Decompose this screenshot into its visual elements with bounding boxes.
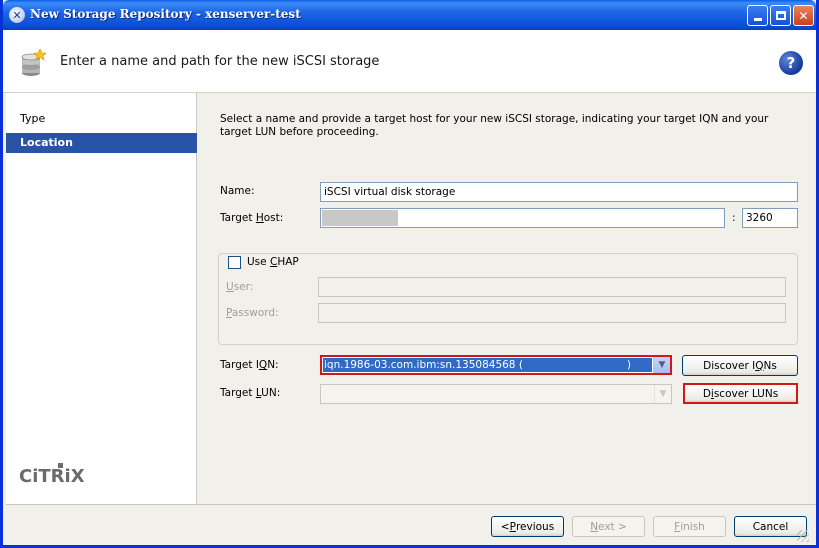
- target-iqn-value-pre: iqn.1986-03.com.ibm:sn.135084568 (: [324, 359, 523, 371]
- discover-luns-pre: D: [702, 387, 711, 400]
- use-chap-label-post: HAP: [277, 256, 299, 268]
- user-label: User:: [226, 281, 253, 293]
- password-label: Password:: [226, 307, 279, 319]
- chevron-down-icon[interactable]: ▼: [653, 357, 670, 373]
- port-input[interactable]: 3260: [742, 208, 798, 228]
- target-iqn-label: Target IQN:: [220, 359, 279, 371]
- finish-post: inish: [680, 520, 705, 533]
- xen-app-icon: ✕: [9, 7, 25, 23]
- citrix-logo: CiTRiX: [19, 463, 85, 487]
- target-host-label-post: ost:: [263, 212, 284, 224]
- discover-iqns-post: Ns: [763, 359, 777, 372]
- sidebar-item-location[interactable]: Location: [6, 133, 197, 153]
- maximize-button[interactable]: [770, 5, 791, 26]
- target-iqn-label-post: N:: [267, 359, 279, 371]
- discover-iqns-accel: Q: [755, 359, 764, 372]
- maximize-icon: [775, 11, 786, 20]
- discover-iqns-pre: Discover I: [703, 359, 756, 372]
- close-button[interactable]: ✕: [793, 5, 814, 26]
- page-title: Enter a name and path for the new iSCSI …: [60, 54, 380, 69]
- wizard-footer: < Previous Next > Finish Cancel: [6, 504, 816, 545]
- citrix-logo-text: CiTRiX: [19, 466, 85, 487]
- target-lun-label-post: UN:: [261, 387, 281, 399]
- target-lun-label-pre: Target: [220, 387, 256, 399]
- use-chap-label-pre: Use: [247, 256, 270, 268]
- citrix-logo-dot: [58, 463, 63, 468]
- use-chap-label[interactable]: Use CHAP: [247, 256, 299, 268]
- close-icon: ✕: [798, 8, 809, 23]
- name-input[interactable]: iSCSI virtual disk storage: [320, 182, 798, 202]
- instructions-text: Select a name and provide a target host …: [220, 113, 769, 138]
- target-iqn-label-accel: Q: [258, 359, 268, 371]
- window-title: New Storage Repository - xenserver-test: [30, 7, 301, 21]
- user-input[interactable]: [318, 277, 786, 297]
- chap-group: [218, 253, 798, 345]
- wizard-content: Select a name and provide a target host …: [197, 93, 816, 504]
- next-accel: N: [590, 520, 599, 533]
- target-iqn-value-post: ): [626, 359, 632, 371]
- help-icon[interactable]: ?: [779, 51, 803, 75]
- wizard-header: Enter a name and path for the new iSCSI …: [3, 30, 816, 93]
- target-host-label-pre: Target: [220, 212, 256, 224]
- use-chap-checkbox[interactable]: [228, 256, 241, 269]
- minimize-button[interactable]: [747, 5, 768, 26]
- finish-button[interactable]: Finish: [653, 516, 726, 537]
- redacted-host: [322, 210, 398, 226]
- user-label-accel: U: [226, 281, 234, 293]
- target-iqn-label-pre: Target I: [220, 359, 259, 371]
- next-post: ext >: [598, 520, 627, 533]
- chevron-down-icon[interactable]: ▼: [654, 385, 671, 403]
- dialog-window: ✕ New Storage Repository - xenserver-tes…: [0, 0, 819, 548]
- next-button[interactable]: Next >: [572, 516, 645, 537]
- discover-iqns-button[interactable]: Discover I Q Ns: [682, 355, 798, 376]
- password-label-post: assword:: [231, 307, 279, 319]
- storage-icon: [21, 49, 46, 76]
- target-lun-label: Target LUN:: [220, 387, 280, 399]
- target-host-input[interactable]: [320, 208, 725, 228]
- target-iqn-select[interactable]: iqn.1986-03.com.ibm:sn.135084568 () ▼: [320, 355, 672, 375]
- previous-post: revious: [515, 520, 555, 533]
- minimize-icon: [753, 18, 762, 21]
- password-input[interactable]: [318, 303, 786, 323]
- resize-grip[interactable]: [797, 530, 809, 542]
- target-host-label-accel: H: [255, 212, 264, 224]
- redacted-iqn: [522, 359, 627, 371]
- discover-luns-button[interactable]: Di scover LUNs: [683, 383, 798, 404]
- sidebar-item-type[interactable]: Type: [6, 109, 197, 129]
- target-iqn-value: iqn.1986-03.com.ibm:sn.135084568 (): [323, 358, 652, 372]
- wizard-sidebar: Type Location CiTRiX: [6, 93, 197, 504]
- user-label-post: ser:: [233, 281, 254, 293]
- target-host-label: Target Host:: [220, 212, 283, 224]
- name-label: Name:: [220, 185, 255, 197]
- port-separator: :: [732, 212, 736, 224]
- title-bar[interactable]: ✕ New Storage Repository - xenserver-tes…: [3, 0, 816, 30]
- previous-button[interactable]: < Previous: [491, 516, 564, 537]
- discover-luns-post: scover LUNs: [713, 387, 779, 400]
- previous-pre: <: [500, 520, 510, 533]
- target-lun-select[interactable]: ▼: [320, 384, 672, 404]
